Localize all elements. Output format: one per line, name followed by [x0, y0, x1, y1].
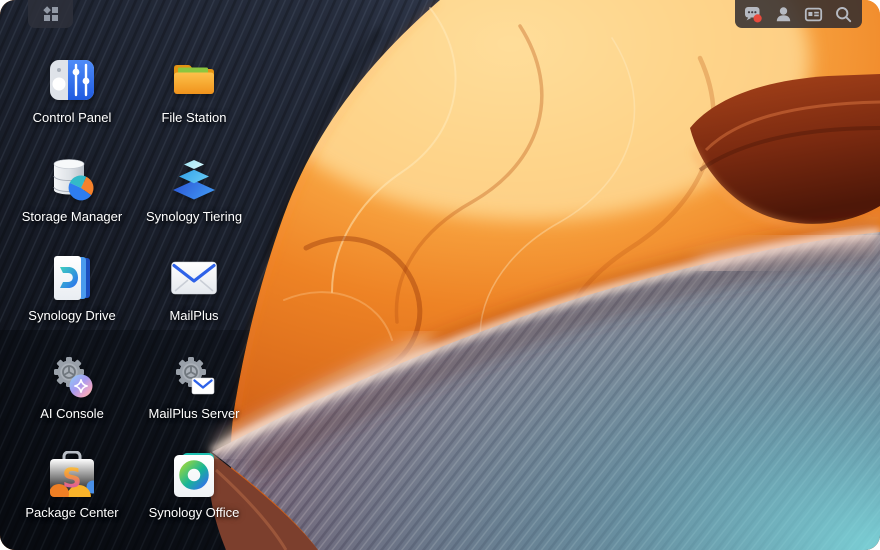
app-grid-icon	[41, 4, 61, 24]
chat-notification-icon[interactable]	[744, 5, 763, 24]
widgets-icon[interactable]	[804, 5, 823, 24]
package-center-icon: S	[47, 450, 97, 500]
icon-label: MailPlus	[169, 309, 218, 323]
desktop-icon-mailplus-server[interactable]: MailPlus Server	[134, 351, 254, 421]
desktop-icon-synology-drive[interactable]: Synology Drive	[12, 253, 132, 323]
control-panel-icon	[47, 55, 97, 105]
svg-text:S: S	[62, 463, 81, 494]
icon-label: Synology Drive	[28, 309, 115, 323]
icon-label: Storage Manager	[22, 210, 122, 224]
desktop-icon-package-center[interactable]: S Package Center	[12, 450, 132, 520]
icon-label: Synology Tiering	[146, 210, 242, 224]
screenshot: Control Panel File Station	[0, 0, 880, 550]
main-menu-button[interactable]	[28, 0, 73, 28]
icon-label: File Station	[161, 111, 226, 125]
notification-badge	[754, 14, 762, 22]
icon-label: Package Center	[25, 506, 118, 520]
desktop-icon-ai-console[interactable]: AI Console	[12, 351, 132, 421]
search-icon[interactable]	[834, 5, 853, 24]
file-station-icon	[169, 55, 219, 105]
icon-label: Synology Office	[149, 506, 240, 520]
desktop-icon-synology-office[interactable]: Synology Office	[134, 450, 254, 520]
ai-console-icon	[47, 351, 97, 401]
storage-manager-icon	[47, 154, 97, 204]
mailplus-server-icon	[169, 351, 219, 401]
user-icon[interactable]	[774, 5, 793, 24]
desktop-icon-file-station[interactable]: File Station	[134, 55, 254, 125]
synology-drive-icon	[47, 253, 97, 303]
icon-label: Control Panel	[33, 111, 112, 125]
mailplus-icon	[169, 253, 219, 303]
desktop-icon-synology-tiering[interactable]: Synology Tiering	[134, 154, 254, 224]
dsm-desktop: Control Panel File Station	[0, 0, 880, 550]
desktop-icon-mailplus[interactable]: MailPlus	[134, 253, 254, 323]
synology-tiering-icon	[169, 154, 219, 204]
desktop-icon-control-panel[interactable]: Control Panel	[12, 55, 132, 125]
wallpaper	[0, 0, 880, 550]
icon-label: MailPlus Server	[148, 407, 239, 421]
synology-office-icon	[169, 450, 219, 500]
system-tray	[735, 0, 862, 28]
desktop-icon-storage-manager[interactable]: Storage Manager	[12, 154, 132, 224]
icon-label: AI Console	[40, 407, 104, 421]
